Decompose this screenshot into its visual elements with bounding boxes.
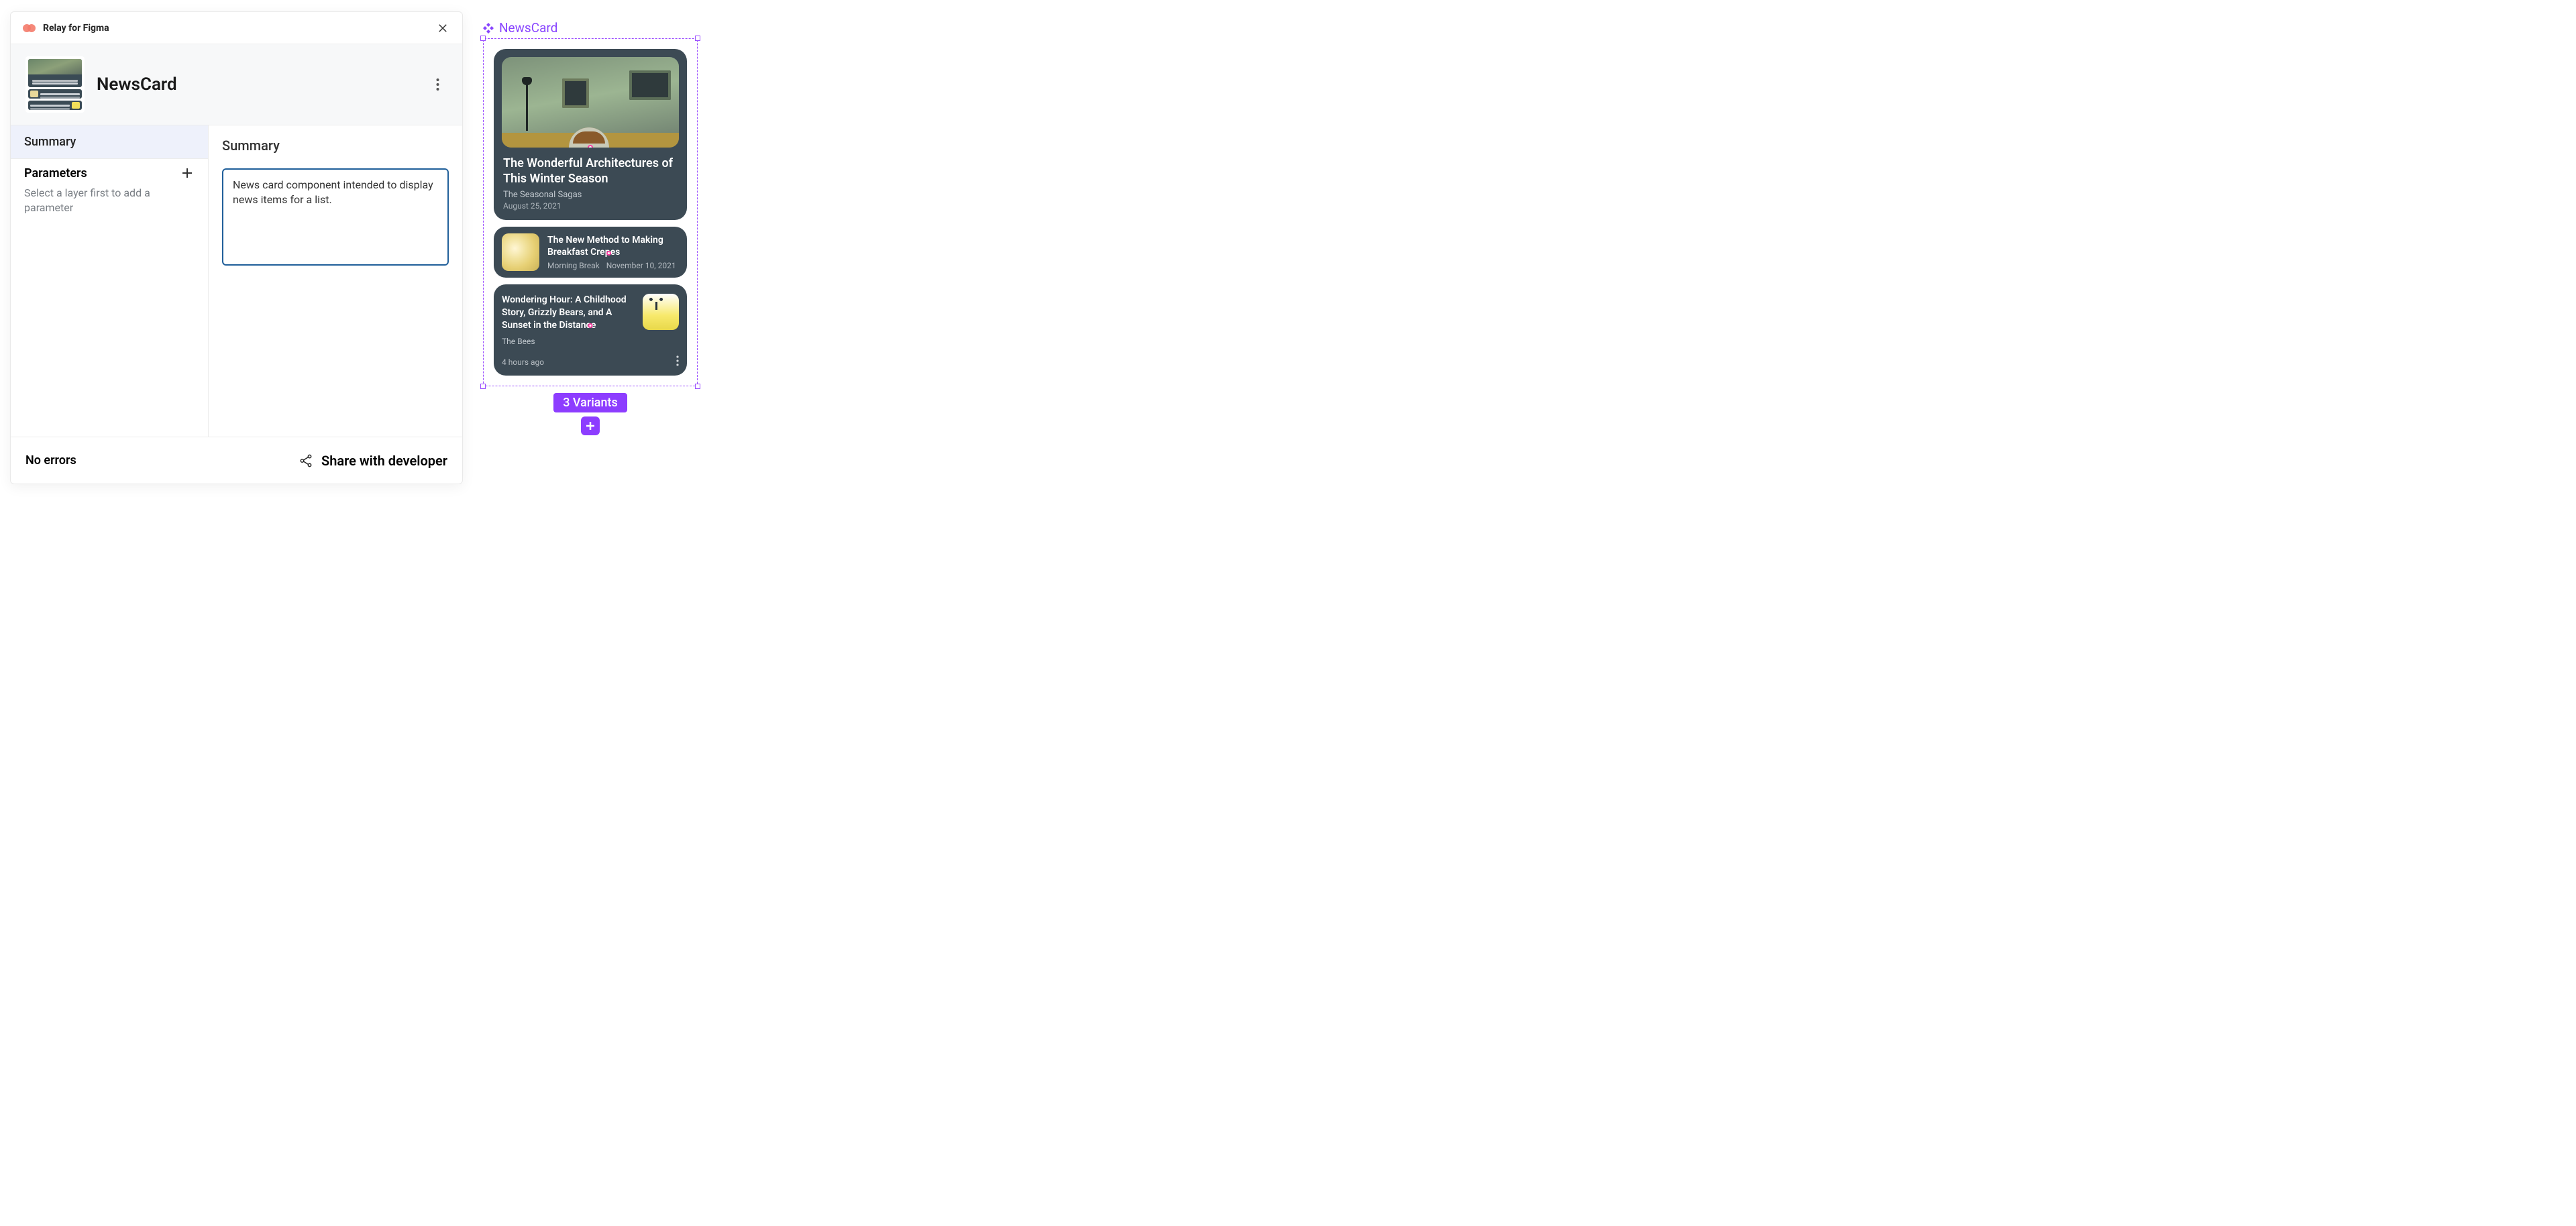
more-vertical-icon — [676, 355, 679, 366]
card-menu-button[interactable] — [676, 355, 679, 369]
constraint-indicator-icon — [606, 251, 611, 256]
panel-sidebar: Summary Parameters Select a layer first … — [11, 125, 209, 437]
close-icon — [437, 22, 449, 34]
add-variant-button[interactable] — [581, 416, 600, 435]
newscard-hero-variant[interactable]: The Wonderful Architectures of This Wint… — [494, 49, 687, 220]
panel-main: Summary — [209, 125, 462, 437]
relay-logo-icon — [23, 24, 36, 32]
compact2-source: The Bees — [502, 337, 679, 346]
resize-handle-tr[interactable] — [695, 36, 700, 41]
panel-footer: No errors Share with developer — [11, 437, 462, 484]
main-heading: Summary — [222, 137, 449, 154]
hero-image — [502, 57, 679, 148]
figma-canvas: NewsCard The Wonderful Architectures of … — [483, 20, 698, 435]
hero-date: August 25, 2021 — [503, 201, 678, 211]
status-text: No errors — [25, 453, 299, 467]
variants-toolbar: 3 Variants — [483, 393, 698, 435]
share-label: Share with developer — [321, 453, 447, 469]
constraint-indicator-icon — [588, 145, 593, 148]
parameters-hint: Select a layer first to add a parameter — [11, 184, 208, 216]
component-frame-label[interactable]: NewsCard — [483, 20, 698, 36]
parameters-header: Parameters — [11, 159, 208, 184]
compact-date: November 10, 2021 — [606, 261, 676, 270]
close-button[interactable] — [435, 21, 450, 36]
compact-thumbnail — [502, 233, 539, 271]
component-thumbnail — [25, 56, 85, 113]
selection-frame[interactable]: The Wonderful Architectures of This Wint… — [483, 38, 698, 386]
plus-icon — [585, 421, 596, 431]
component-frame-name: NewsCard — [499, 20, 557, 36]
variants-count-badge[interactable]: 3 Variants — [553, 393, 627, 412]
component-name: NewsCard — [97, 74, 427, 95]
component-icon — [483, 23, 494, 34]
plugin-titlebar: Relay for Figma — [11, 12, 462, 44]
component-header: NewsCard — [11, 44, 462, 125]
panel-body: Summary Parameters Select a layer first … — [11, 125, 462, 437]
newscard-variants: The Wonderful Architectures of This Wint… — [494, 49, 687, 376]
add-parameter-button[interactable] — [180, 166, 195, 180]
resize-handle-tl[interactable] — [480, 36, 486, 41]
newscard-compact-left-variant[interactable]: The New Method to Making Breakfast Crepe… — [494, 227, 687, 278]
component-menu-button[interactable] — [427, 74, 447, 95]
compact-title: The New Method to Making Breakfast Crepe… — [547, 234, 679, 258]
more-vertical-icon — [436, 78, 439, 91]
plugin-panel: Relay for Figma NewsCard Summary Paramet… — [10, 11, 463, 484]
compact2-title: Wondering Hour: A Childhood Story, Grizz… — [502, 294, 636, 332]
compact2-thumbnail — [643, 294, 679, 330]
resize-handle-br[interactable] — [695, 384, 700, 389]
share-icon — [299, 453, 313, 468]
resize-handle-bl[interactable] — [480, 384, 486, 389]
newscard-compact-right-variant[interactable]: Wondering Hour: A Childhood Story, Grizz… — [494, 284, 687, 376]
share-with-developer-button[interactable]: Share with developer — [299, 453, 447, 469]
constraint-indicator-icon — [588, 323, 593, 328]
parameters-heading: Parameters — [24, 166, 180, 180]
hero-title: The Wonderful Architectures of This Wint… — [503, 156, 678, 187]
plus-icon — [181, 167, 193, 179]
plugin-title: Relay for Figma — [43, 23, 435, 34]
compact-source: Morning Break — [547, 261, 600, 270]
hero-subtitle: The Seasonal Sagas — [503, 190, 678, 200]
summary-textarea[interactable] — [222, 168, 449, 266]
tab-summary[interactable]: Summary — [11, 125, 208, 159]
compact2-time: 4 hours ago — [502, 357, 544, 367]
